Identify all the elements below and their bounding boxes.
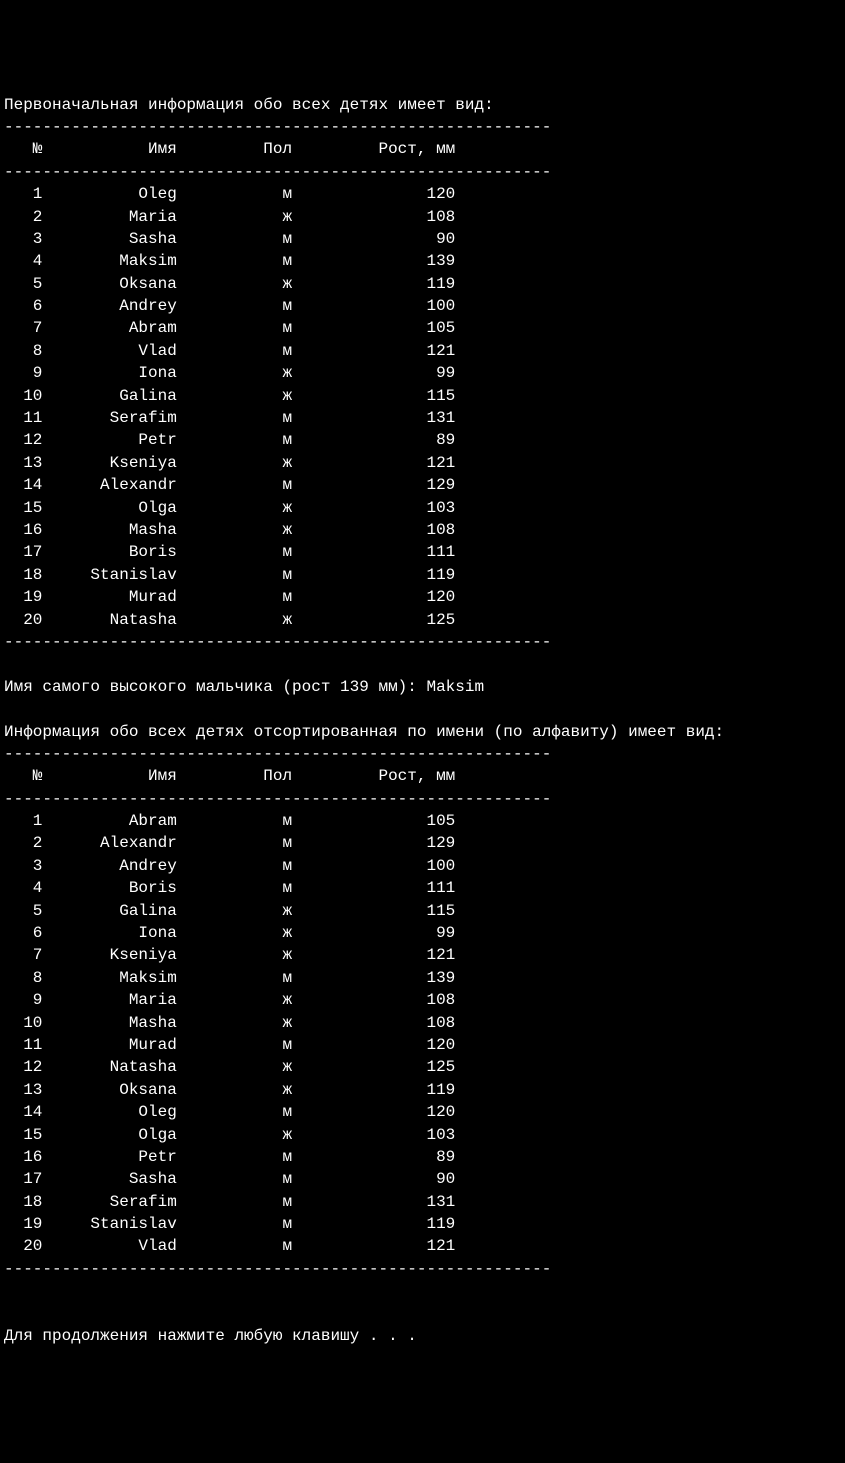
table-row: 5 Galina ж 115 (4, 900, 841, 922)
table-row: 14 Oleg м 120 (4, 1101, 841, 1123)
table-row: 18 Serafim м 131 (4, 1191, 841, 1213)
table-row: 3 Andrey м 100 (4, 855, 841, 877)
table-row: 9 Maria ж 108 (4, 989, 841, 1011)
table-row: 1 Abram м 105 (4, 810, 841, 832)
table-row: 15 Olga ж 103 (4, 497, 841, 519)
table-divider: ----------------------------------------… (4, 1258, 841, 1280)
table-divider: ----------------------------------------… (4, 631, 841, 653)
table-row: 17 Boris м 111 (4, 541, 841, 563)
table-row: 10 Galina ж 115 (4, 385, 841, 407)
table-row: 19 Stanislav м 119 (4, 1213, 841, 1235)
blank-line (4, 1280, 841, 1302)
table-row: 7 Kseniya ж 121 (4, 944, 841, 966)
table-row: 6 Iona ж 99 (4, 922, 841, 944)
table-row: 7 Abram м 105 (4, 317, 841, 339)
table-divider: ----------------------------------------… (4, 161, 841, 183)
table-row: 15 Olga ж 103 (4, 1124, 841, 1146)
blank-line (4, 1303, 841, 1325)
table-row: 3 Sasha м 90 (4, 228, 841, 250)
table-row: 2 Maria ж 108 (4, 206, 841, 228)
blank-line (4, 653, 841, 675)
table-row: 10 Masha ж 108 (4, 1012, 841, 1034)
continue-prompt[interactable]: Для продолжения нажмите любую клавишу . … (4, 1325, 841, 1347)
table-row: 8 Vlad м 121 (4, 340, 841, 362)
table-row: 8 Maksim м 139 (4, 967, 841, 989)
table-row: 13 Kseniya ж 121 (4, 452, 841, 474)
table-row: 17 Sasha м 90 (4, 1168, 841, 1190)
table-divider: ----------------------------------------… (4, 743, 841, 765)
table-divider: ----------------------------------------… (4, 116, 841, 138)
blank-line (4, 698, 841, 720)
table-row: 4 Maksim м 139 (4, 250, 841, 272)
table-row: 11 Murad м 120 (4, 1034, 841, 1056)
table-row: 18 Stanislav м 119 (4, 564, 841, 586)
table-header: № Имя Пол Рост, мм (4, 765, 841, 787)
table-row: 5 Oksana ж 119 (4, 273, 841, 295)
table-row: 19 Murad м 120 (4, 586, 841, 608)
table-row: 1 Oleg м 120 (4, 183, 841, 205)
title-sorted-info: Информация обо всех детях отсортированна… (4, 721, 841, 743)
table-divider: ----------------------------------------… (4, 788, 841, 810)
title-initial-info: Первоначальная информация обо всех детях… (4, 94, 841, 116)
table-header: № Имя Пол Рост, мм (4, 138, 841, 160)
table-row: 16 Petr м 89 (4, 1146, 841, 1168)
table-row: 20 Vlad м 121 (4, 1235, 841, 1257)
tallest-boy-info: Имя самого высокого мальчика (рост 139 м… (4, 676, 841, 698)
table-row: 13 Oksana ж 119 (4, 1079, 841, 1101)
table-row: 12 Natasha ж 125 (4, 1056, 841, 1078)
table-row: 2 Alexandr м 129 (4, 832, 841, 854)
table-row: 12 Petr м 89 (4, 429, 841, 451)
table-row: 14 Alexandr м 129 (4, 474, 841, 496)
table-row: 9 Iona ж 99 (4, 362, 841, 384)
table-row: 11 Serafim м 131 (4, 407, 841, 429)
console-output: Первоначальная информация обо всех детях… (4, 94, 841, 1348)
table-row: 4 Boris м 111 (4, 877, 841, 899)
table-row: 16 Masha ж 108 (4, 519, 841, 541)
table-row: 6 Andrey м 100 (4, 295, 841, 317)
table-row: 20 Natasha ж 125 (4, 609, 841, 631)
